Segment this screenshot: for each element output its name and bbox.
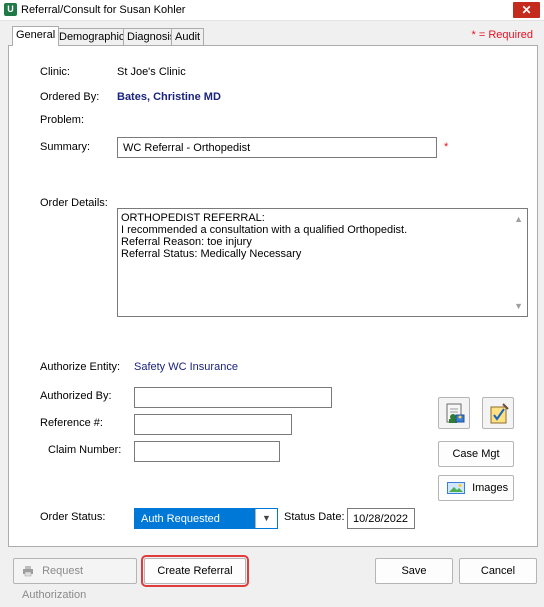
cancel-button[interactable]: Cancel <box>459 558 537 584</box>
order-details-line: Referral Status: Medically Necessary <box>121 248 302 260</box>
order-details-label: Order Details: <box>40 197 108 209</box>
order-status-value: Auth Requested <box>141 513 220 525</box>
status-date-label: Status Date: <box>284 511 345 523</box>
document-user-button[interactable] <box>438 397 470 429</box>
reference-label: Reference #: <box>40 417 103 429</box>
edit-checklist-button[interactable] <box>482 397 514 429</box>
reference-input[interactable] <box>134 414 292 435</box>
title-bar: U Referral/Consult for Susan Kohler ✕ <box>0 0 544 21</box>
create-referral-button[interactable]: Create Referral <box>141 555 249 587</box>
summary-label: Summary: <box>40 141 91 153</box>
images-button[interactable]: Images <box>438 475 514 501</box>
close-button[interactable]: ✕ <box>513 2 540 18</box>
edit-checklist-icon <box>490 403 509 424</box>
scroll-down-arrow-icon[interactable]: ▼ <box>514 300 523 312</box>
clinic-value: St Joe's Clinic <box>117 66 186 78</box>
tab-general[interactable]: General <box>12 26 60 46</box>
request-authorization-button[interactable]: Request Authorization <box>13 558 137 601</box>
order-details-line: Referral Reason: toe injury <box>121 236 252 248</box>
app-icon: U <box>4 3 17 16</box>
document-user-icon <box>446 403 465 423</box>
save-button[interactable]: Save <box>375 558 453 584</box>
order-details-line: I recommended a consultation with a qual… <box>121 224 408 236</box>
chevron-down-icon[interactable]: ▼ <box>255 509 277 528</box>
ordered-by-label: Ordered By: <box>40 91 100 103</box>
ordered-by-value: Bates, Christine MD <box>117 91 221 103</box>
authorized-by-label: Authorized By: <box>40 390 112 402</box>
required-legend: * = Required <box>471 29 533 41</box>
order-status-label: Order Status: <box>40 511 106 523</box>
problem-label: Problem: <box>40 114 85 126</box>
printer-icon <box>23 566 33 577</box>
tab-audit[interactable]: Audit <box>171 28 205 46</box>
authorize-entity-label: Authorize Entity: <box>40 361 121 373</box>
order-details-line: ORTHOPEDIST REFERRAL: <box>121 212 265 224</box>
summary-input[interactable]: WC Referral - Orthopedist <box>117 137 437 158</box>
claim-number-label: Claim Number: <box>48 444 122 456</box>
clinic-label: Clinic: <box>40 66 70 78</box>
image-icon <box>447 482 465 495</box>
images-button-label: Images <box>472 482 509 494</box>
claim-number-input[interactable] <box>134 441 280 462</box>
authorize-entity-value: Safety WC Insurance <box>134 361 238 373</box>
order-details-textarea[interactable]: ORTHOPEDIST REFERRAL: I recommended a co… <box>117 208 528 317</box>
summary-required-mark: * <box>444 141 449 153</box>
scroll-up-arrow-icon[interactable]: ▲ <box>514 213 523 225</box>
case-mgt-button[interactable]: Case Mgt <box>438 441 514 467</box>
status-date-input[interactable]: 10/28/2022 <box>347 508 415 529</box>
order-status-select[interactable]: Auth Requested ▼ <box>134 508 278 529</box>
window-title: Referral/Consult for Susan Kohler <box>21 4 186 16</box>
authorized-by-input[interactable] <box>134 387 332 408</box>
